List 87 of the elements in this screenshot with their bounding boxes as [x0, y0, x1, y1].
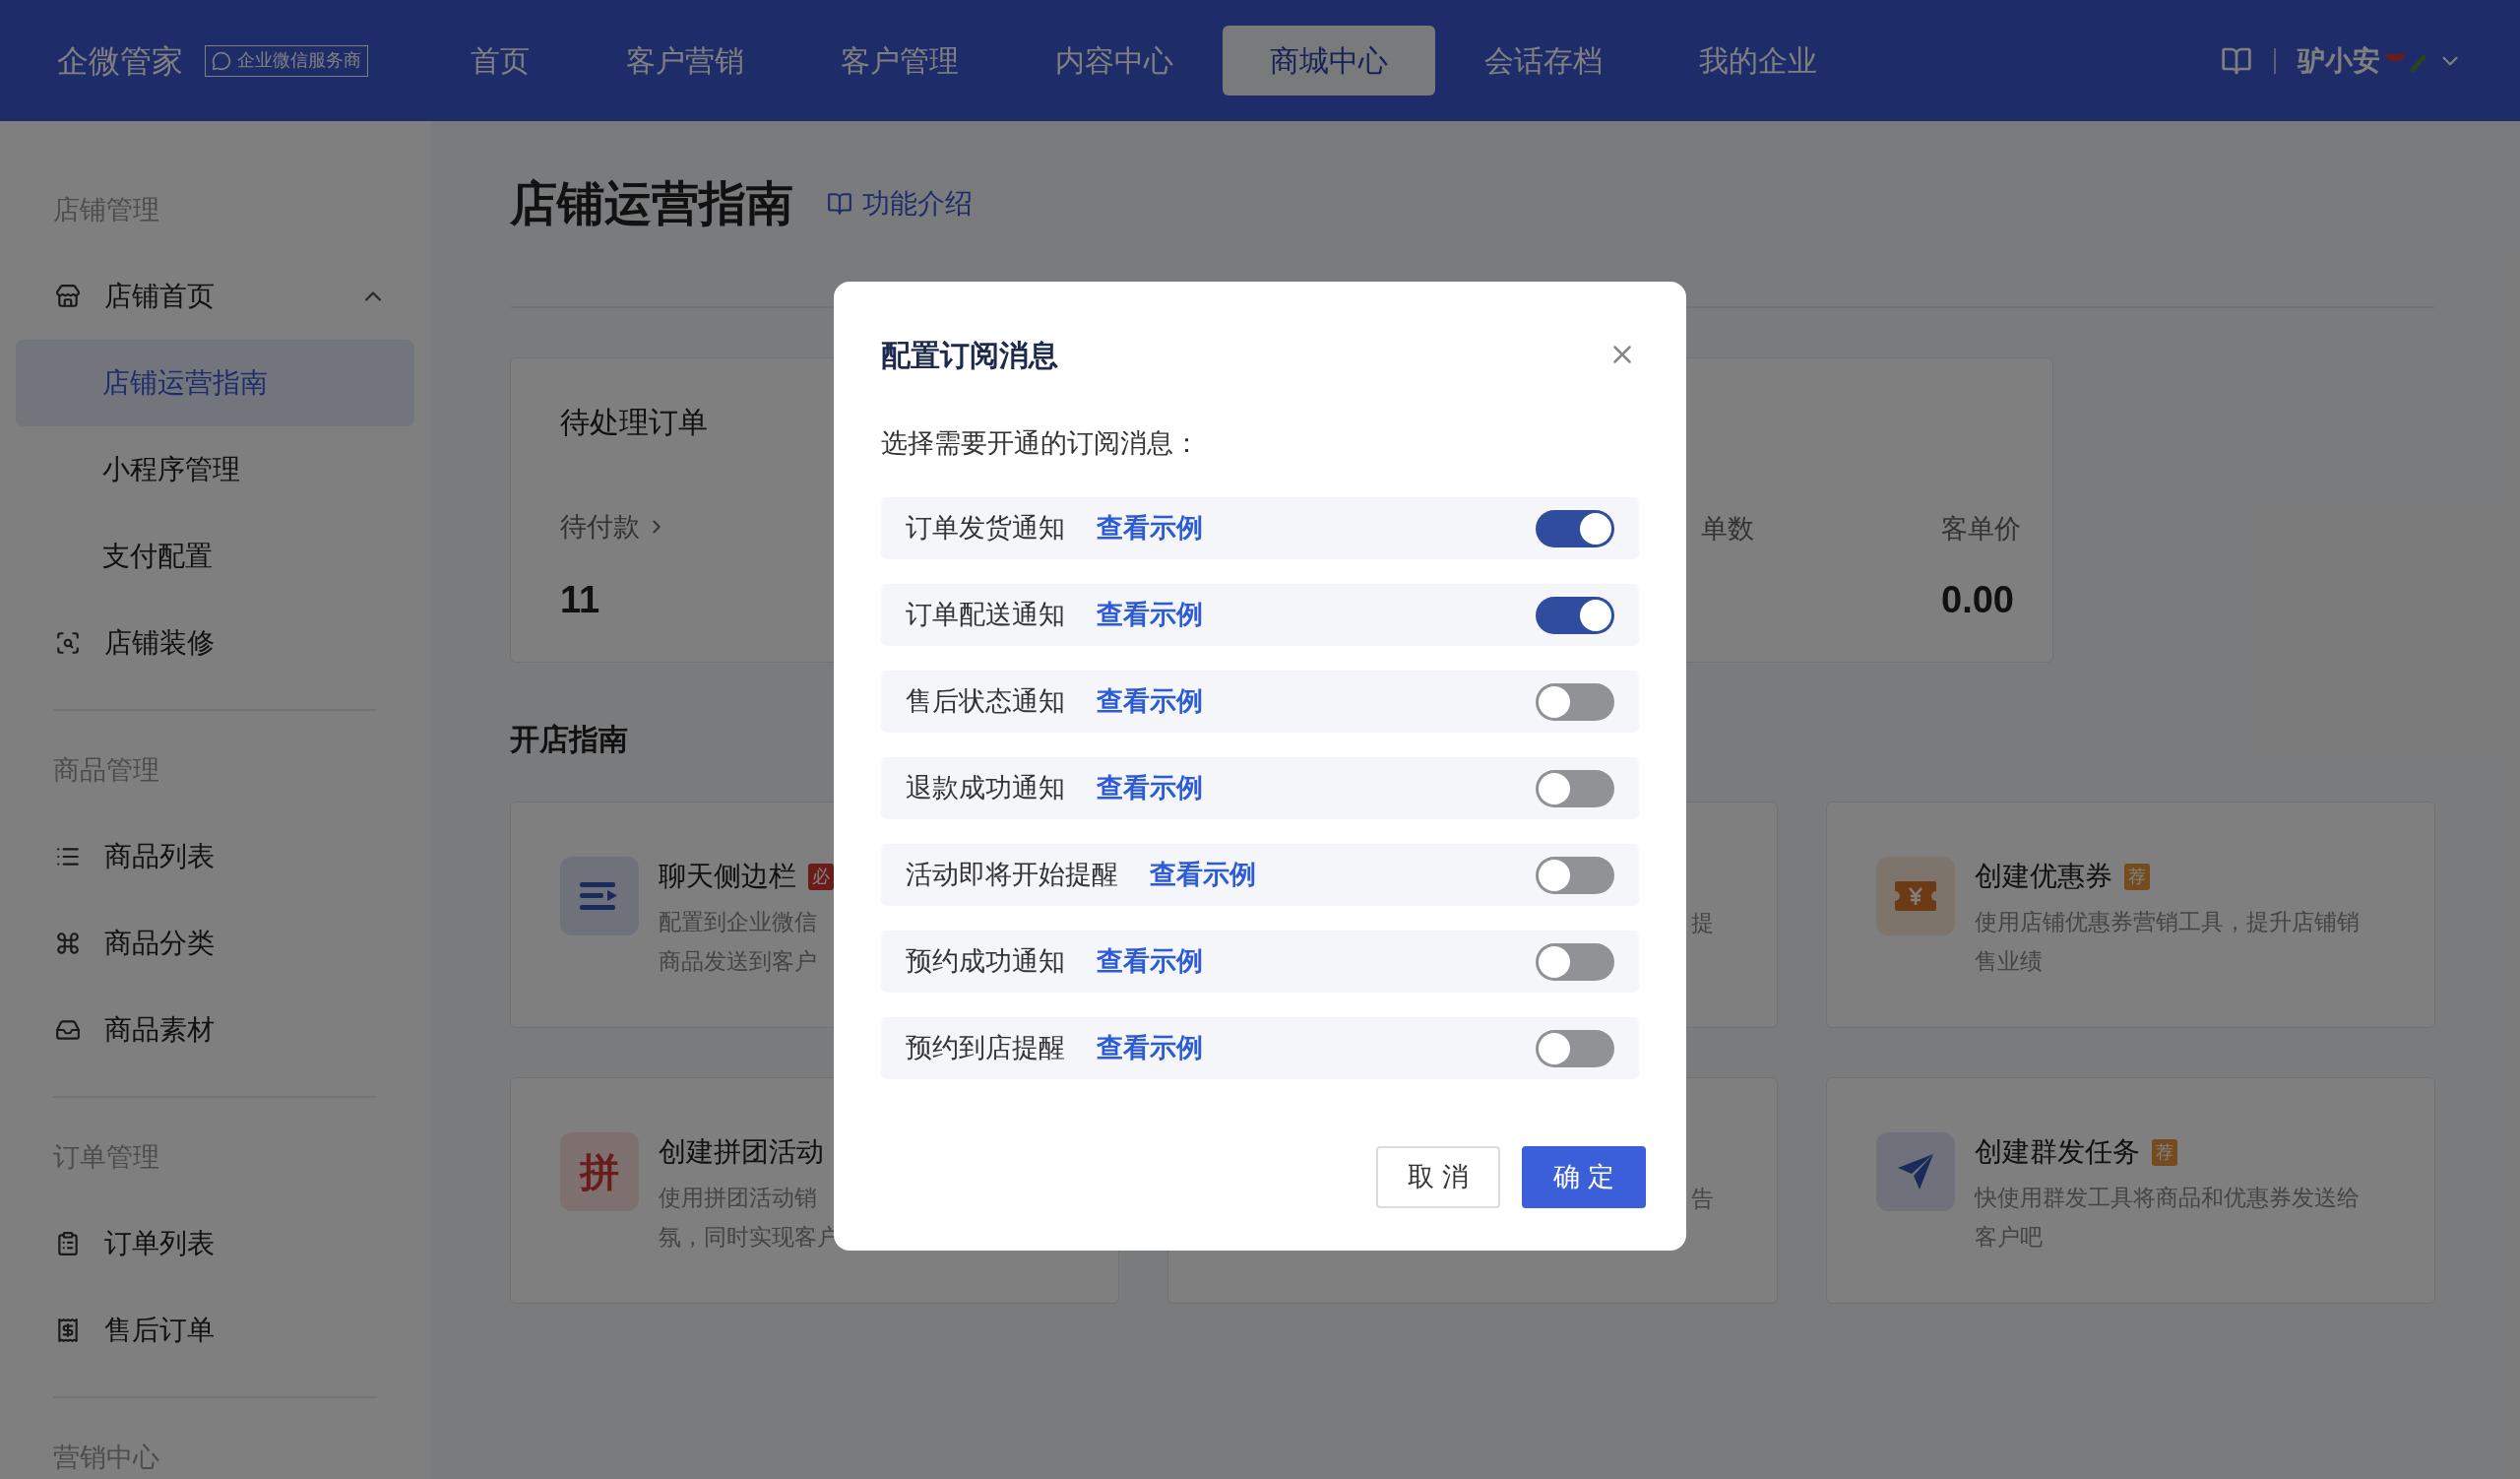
feature-intro-link[interactable]: 功能介绍	[827, 183, 973, 225]
toggle-switch[interactable]	[1536, 1029, 1614, 1067]
command-icon	[55, 931, 81, 956]
menu-label: 商品分类	[104, 927, 215, 960]
nav-tab[interactable]: 首页	[423, 26, 577, 96]
image-search-icon	[55, 630, 81, 656]
menu-item[interactable]: 商品列表	[16, 813, 414, 900]
option-label: 售后状态通知	[906, 685, 1065, 719]
dialog-title: 配置订阅消息	[881, 337, 1058, 373]
nav-tab[interactable]: 我的企业	[1652, 26, 1864, 96]
app-logo: 企微管家	[57, 41, 183, 81]
menu-label: 订单列表	[104, 1227, 215, 1260]
card-badge: 荐	[2123, 863, 2150, 890]
guide-card[interactable]: 创建优惠券 荐 使用店铺优惠券营销工具，提升店铺销 售业绩	[1825, 802, 2435, 1028]
cancel-button[interactable]: 取 消	[1376, 1146, 1500, 1208]
card-description: 售业绩	[1974, 947, 2044, 976]
menu-item[interactable]: 售后订单	[16, 1287, 414, 1374]
toggle-switch[interactable]	[1536, 509, 1614, 547]
stat-value: 0.00	[1941, 578, 2015, 622]
ticket-icon	[1875, 857, 1955, 935]
view-example-link[interactable]: 查看示例	[1150, 855, 1256, 895]
nav-tab[interactable]: 客户营销	[579, 26, 791, 96]
submenu-item[interactable]: 小程序管理	[16, 426, 414, 513]
stat-value: 11	[560, 578, 601, 622]
stat-link[interactable]: 待付款	[560, 509, 667, 545]
option-label: 订单配送通知	[906, 599, 1065, 632]
card-description: 使用拼团活动销	[659, 1184, 818, 1212]
page-title: 店铺运营指南	[510, 176, 793, 231]
card-description: 使用店铺优惠券营销工具，提升店铺销	[1974, 908, 2360, 936]
submenu-item[interactable]: 支付配置	[16, 513, 414, 600]
card-title: 聊天侧边栏	[659, 860, 796, 893]
menu-label: 商品列表	[104, 840, 215, 873]
card-description: 告	[1690, 1185, 1714, 1213]
nav-tab[interactable]: 客户管理	[793, 26, 1006, 96]
option-label: 预约到店提醒	[906, 1032, 1065, 1065]
option-label: 订单发货通知	[906, 512, 1065, 546]
section-heading: 开店指南	[510, 722, 629, 757]
badge-icon: 拼	[560, 1132, 639, 1211]
clipboard-icon	[55, 1231, 81, 1256]
card-description: 商品发送到客户	[659, 947, 818, 976]
stat-label: 单数	[1701, 513, 1754, 545]
card-description: 提	[1690, 909, 1714, 937]
dialog-prompt: 选择需要开通的订阅消息：	[881, 427, 1201, 460]
card-title: 创建拼团活动	[659, 1135, 824, 1169]
view-example-link[interactable]: 查看示例	[1097, 595, 1203, 635]
card-badge: 必	[808, 863, 834, 890]
menu-label: 店铺装修	[104, 626, 215, 660]
submenu-item[interactable]: 店铺运营指南	[16, 340, 414, 426]
book-icon	[827, 191, 852, 217]
menu-item[interactable]: 订单列表	[16, 1200, 414, 1287]
card-title: 创建群发任务	[1974, 1135, 2140, 1169]
nav-tab[interactable]: 会话存档	[1437, 26, 1650, 96]
toggle-switch[interactable]	[1536, 596, 1614, 634]
view-example-link[interactable]: 查看示例	[1097, 681, 1203, 722]
toggle-switch[interactable]	[1536, 942, 1614, 981]
nav-tab[interactable]: 商城中心	[1223, 26, 1435, 96]
menu-item[interactable]: 商品分类	[16, 900, 414, 987]
paper-plane-icon	[1875, 1132, 1955, 1211]
card-description: 配置到企业微信	[659, 908, 818, 936]
card-description: 快使用群发工具将商品和优惠券发送给	[1974, 1184, 2360, 1212]
menu-label: 店铺首页	[104, 280, 215, 313]
toggle-switch[interactable]	[1536, 769, 1614, 807]
provider-label: 企业微信服务商	[237, 49, 361, 72]
menu-item[interactable]: 店铺装修	[16, 600, 414, 686]
store-icon	[55, 284, 81, 309]
option-label: 预约成功通知	[906, 945, 1065, 979]
user-name[interactable]: 驴小安	[2298, 39, 2380, 82]
option-label: 活动即将开始提醒	[906, 859, 1118, 892]
nav-tab[interactable]: 内容中心	[1008, 26, 1221, 96]
chat-icon	[212, 50, 231, 71]
menu-label: 商品素材	[104, 1013, 215, 1047]
confirm-button[interactable]: 确 定	[1522, 1146, 1646, 1208]
guide-card[interactable]: 创建群发任务 荐 快使用群发工具将商品和优惠券发送给 客户吧	[1825, 1077, 2435, 1304]
stat-label: 客单价	[1941, 513, 2021, 545]
menu-item[interactable]: 店铺首页	[16, 253, 414, 340]
toggle-switch[interactable]	[1536, 682, 1614, 721]
menu-label: 售后订单	[104, 1314, 215, 1347]
receipt-icon	[55, 1318, 81, 1343]
menu-item[interactable]: 商品素材	[16, 987, 414, 1073]
card-description: 客户吧	[1974, 1223, 2044, 1252]
card-title: 创建优惠券	[1974, 860, 2112, 893]
toggle-switch[interactable]	[1536, 856, 1614, 894]
view-example-link[interactable]: 查看示例	[1097, 508, 1203, 548]
inbox-icon	[55, 1017, 81, 1043]
view-example-link[interactable]: 查看示例	[1097, 1028, 1203, 1068]
card-badge: 荐	[2151, 1138, 2177, 1166]
sidebar-lines-icon	[560, 857, 639, 935]
